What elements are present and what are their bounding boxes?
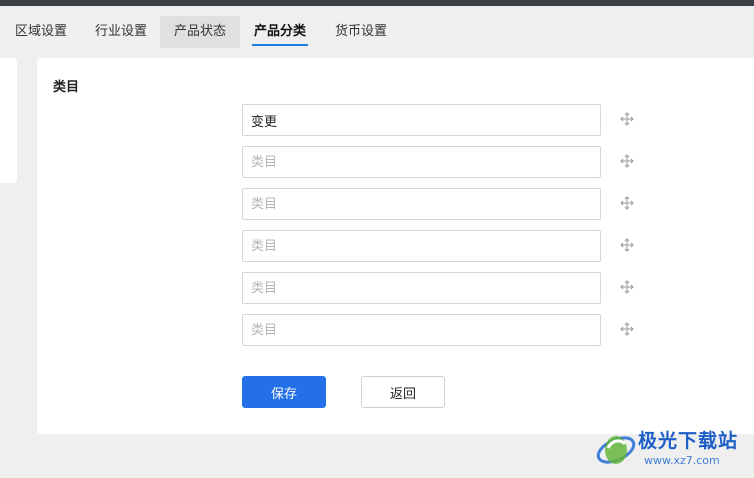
move-handle-icon[interactable] [620, 196, 634, 210]
move-handle-icon[interactable] [620, 112, 634, 126]
category-form-card: 类目 保存 返回 [37, 58, 754, 434]
tab-industry-settings[interactable]: 行业设置 [86, 16, 156, 48]
back-button[interactable]: 返回 [361, 376, 445, 408]
tab-currency-settings[interactable]: 货币设置 [326, 16, 396, 48]
category-input-2[interactable] [242, 146, 601, 178]
category-input-5[interactable] [242, 272, 601, 304]
watermark-url: www.xz7.com [644, 454, 720, 467]
watermark-title: 极光下载站 [638, 430, 739, 452]
left-panel [0, 58, 17, 183]
section-title: 类目 [53, 80, 80, 95]
tab-product-status[interactable]: 产品状态 [160, 16, 240, 48]
category-input-4[interactable] [242, 230, 601, 262]
settings-tabs: 区域设置 行业设置 产品状态 产品分类 货币设置 [0, 6, 754, 56]
category-input-3[interactable] [242, 188, 601, 220]
tab-product-category[interactable]: 产品分类 [252, 16, 308, 48]
category-input-6[interactable] [242, 314, 601, 346]
move-handle-icon[interactable] [620, 280, 634, 294]
move-handle-icon[interactable] [620, 154, 634, 168]
category-input-1[interactable] [242, 104, 601, 136]
tab-region-settings[interactable]: 区域设置 [6, 16, 76, 48]
watermark: 极光下载站 www.xz7.com [594, 424, 750, 472]
save-button[interactable]: 保存 [242, 376, 326, 408]
move-handle-icon[interactable] [620, 238, 634, 252]
move-handle-icon[interactable] [620, 322, 634, 336]
